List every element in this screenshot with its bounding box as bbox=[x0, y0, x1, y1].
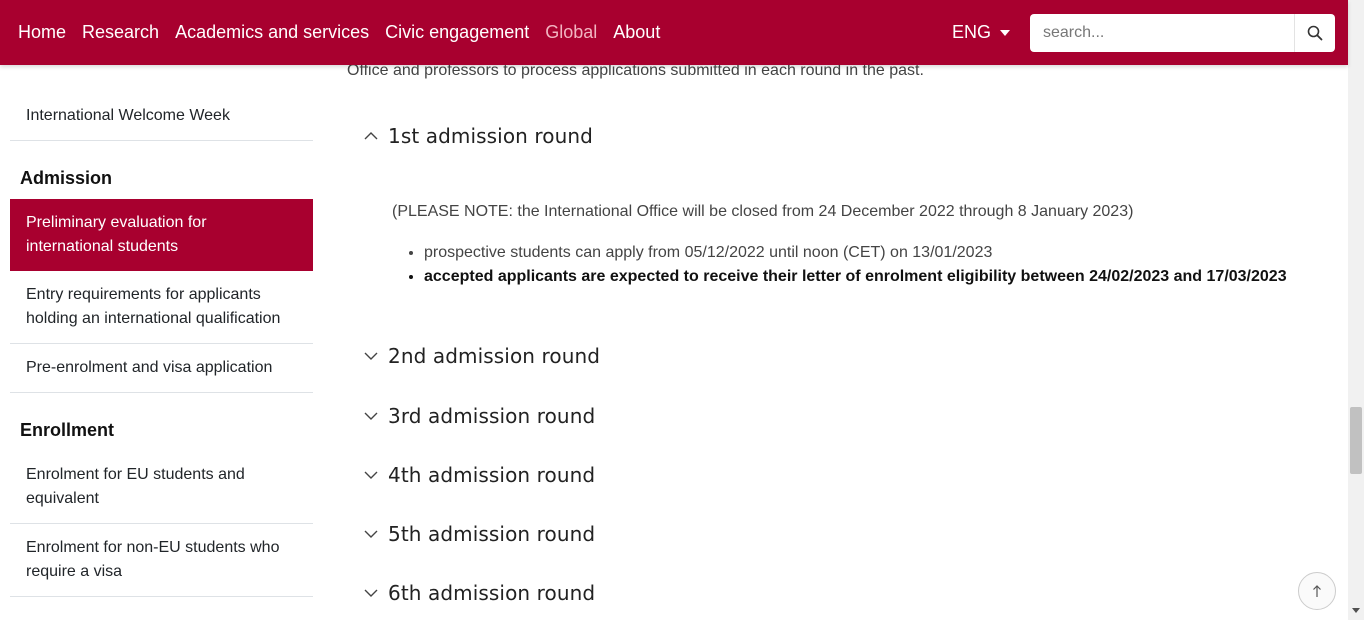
nav-global[interactable]: Global bbox=[545, 22, 597, 43]
caret-down-icon bbox=[1000, 30, 1011, 36]
chevron-down-icon bbox=[364, 530, 378, 538]
sidebar-item-welcome-week[interactable]: International Welcome Week bbox=[10, 92, 313, 141]
accordion-round-5[interactable]: 5th admission round bbox=[363, 522, 595, 546]
nav-home[interactable]: Home bbox=[18, 22, 66, 43]
accordion-round-1[interactable]: 1st admission round bbox=[363, 124, 593, 148]
back-to-top-button[interactable] bbox=[1298, 572, 1336, 610]
language-label: ENG bbox=[952, 22, 992, 42]
accordion-round-3[interactable]: 3rd admission round bbox=[363, 404, 595, 428]
sidebar-heading-enrollment: Enrollment bbox=[20, 420, 115, 440]
language-selector[interactable]: ENG bbox=[952, 22, 1011, 43]
chevron-down-icon bbox=[364, 412, 378, 420]
search-input[interactable] bbox=[1030, 14, 1294, 52]
sidebar-heading-admission: Admission bbox=[20, 168, 113, 188]
chevron-up-icon bbox=[364, 132, 378, 140]
list-item: prospective students can apply from 05/1… bbox=[424, 241, 1287, 265]
nav-civic-engagement[interactable]: Civic engagement bbox=[385, 22, 529, 43]
sidebar-item-entry-requirements[interactable]: Entry requirements for applicants holdin… bbox=[10, 271, 313, 344]
accordion-title: 4th admission round bbox=[388, 463, 596, 487]
chevron-down-icon bbox=[364, 589, 378, 597]
nav-academics[interactable]: Academics and services bbox=[175, 22, 369, 43]
nav-research[interactable]: Research bbox=[82, 22, 159, 43]
sidebar: International Welcome Week Admission Pre… bbox=[10, 92, 313, 597]
accordion-round-2[interactable]: 2nd admission round bbox=[363, 344, 600, 368]
list-item: accepted applicants are expected to rece… bbox=[424, 265, 1287, 289]
accordion-title: 5th admission round bbox=[388, 522, 596, 546]
sidebar-item-enrolment-eu[interactable]: Enrolment for EU students and equivalent bbox=[10, 451, 313, 524]
accordion-title: 3rd admission round bbox=[388, 404, 596, 428]
top-navbar: Home Research Academics and services Civ… bbox=[0, 0, 1348, 65]
scroll-down-arrow-icon[interactable] bbox=[1352, 608, 1360, 613]
search-box bbox=[1030, 14, 1335, 52]
accordion-round-4[interactable]: 4th admission round bbox=[363, 463, 595, 487]
sidebar-item-enrolment-non-eu[interactable]: Enrolment for non-EU students who requir… bbox=[10, 524, 313, 597]
sidebar-item-preliminary-evaluation[interactable]: Preliminary evaluation for international… bbox=[10, 199, 313, 271]
scrollbar-track[interactable] bbox=[1348, 0, 1364, 620]
chevron-down-icon bbox=[364, 471, 378, 479]
round-1-details: prospective students can apply from 05/1… bbox=[408, 241, 1287, 289]
closure-note: (PLEASE NOTE: the International Office w… bbox=[392, 203, 1134, 220]
accordion-title: 6th admission round bbox=[388, 581, 596, 605]
sidebar-item-pre-enrolment[interactable]: Pre-enrolment and visa application bbox=[10, 344, 313, 393]
accordion-title: 1st admission round bbox=[388, 124, 593, 148]
chevron-down-icon bbox=[364, 352, 378, 360]
search-icon bbox=[1307, 25, 1323, 41]
scrollbar-thumb[interactable] bbox=[1350, 407, 1362, 474]
nav-about[interactable]: About bbox=[613, 22, 660, 43]
accordion-round-6[interactable]: 6th admission round bbox=[363, 581, 595, 605]
search-button[interactable] bbox=[1294, 14, 1335, 52]
main-nav: Home Research Academics and services Civ… bbox=[18, 22, 676, 43]
accordion-title: 2nd admission round bbox=[388, 344, 601, 368]
arrow-up-icon bbox=[1313, 585, 1321, 597]
